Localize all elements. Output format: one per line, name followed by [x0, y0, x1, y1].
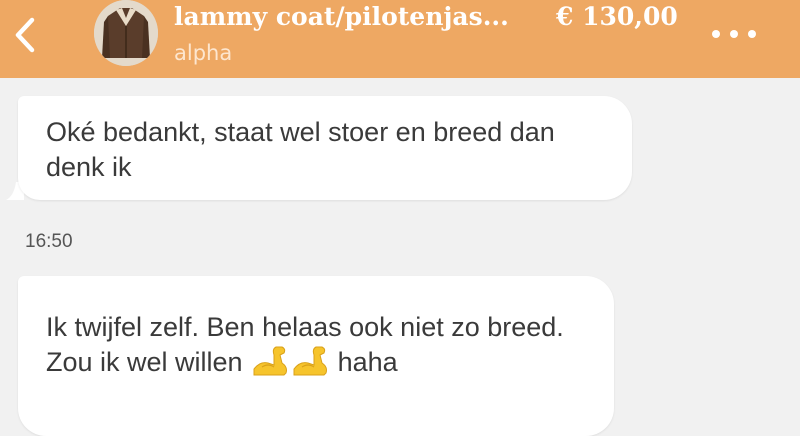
chat-partner-name[interactable]: alpha [174, 40, 232, 66]
more-horizontal-icon [712, 30, 720, 38]
listing-title[interactable]: lammy coat/pilotenjas... [174, 0, 509, 34]
message-text: Ik twijfel zelf. Ben helaas ook niet zo … [46, 310, 606, 380]
message-text-part: haha [337, 347, 398, 377]
chevron-left-icon [15, 17, 35, 53]
flexed-biceps-icon [253, 346, 288, 376]
message-timestamp: 16:50 [25, 231, 73, 252]
back-button[interactable] [4, 6, 44, 62]
message-bubble[interactable]: Ik twijfel zelf. Ben helaas ook niet zo … [18, 276, 614, 436]
listing-thumbnail[interactable] [94, 0, 158, 66]
chat-header: lammy coat/pilotenjas... € 130,00 alpha [0, 0, 800, 78]
listing-price: € 130,00 [556, 2, 678, 31]
flexed-biceps-icon [293, 346, 328, 376]
more-options-button[interactable] [704, 16, 764, 52]
message-text: Oké bedankt, staat wel stoer en breed da… [46, 117, 555, 182]
message-bubble[interactable]: Oké bedankt, staat wel stoer en breed da… [18, 96, 632, 200]
